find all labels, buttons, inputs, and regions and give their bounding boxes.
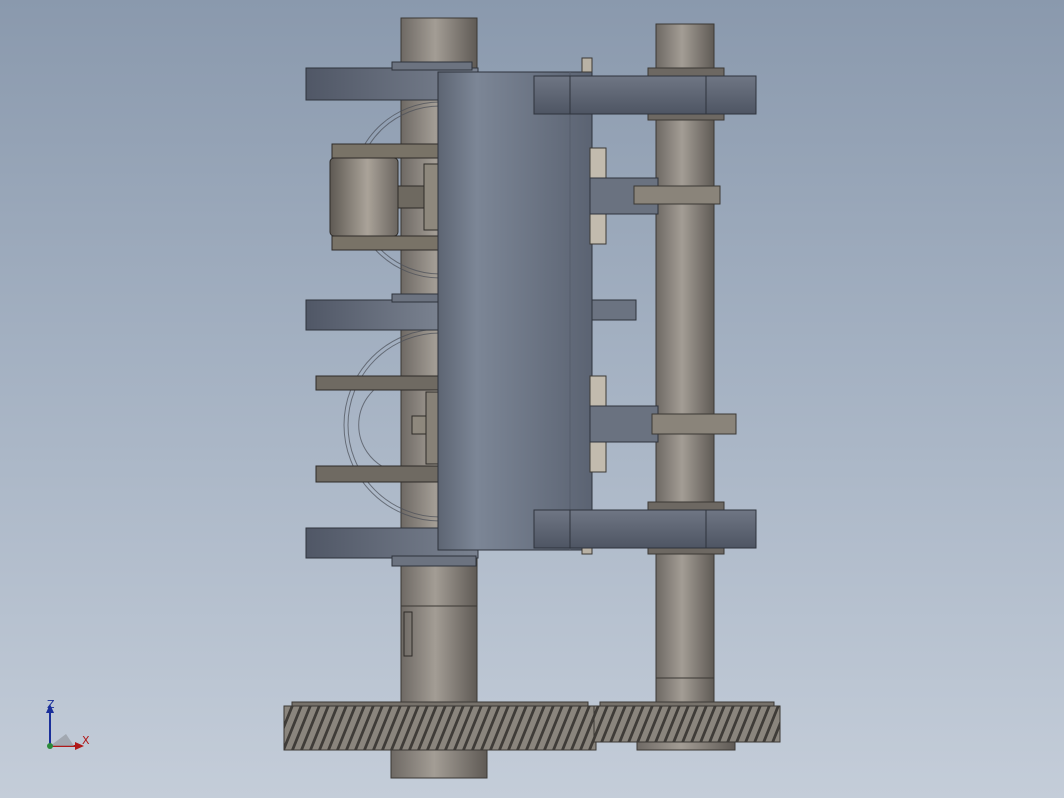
axis-triad: Z X (38, 696, 108, 758)
right-shaft[interactable] (636, 23, 736, 751)
central-frame-block[interactable] (437, 57, 593, 555)
arm-right-extension (589, 299, 637, 321)
roller (329, 157, 399, 237)
collar (647, 501, 725, 511)
z-axis-label: Z (47, 698, 55, 711)
x-axis-label: X (82, 734, 90, 747)
bottom-pin (581, 547, 593, 555)
collar-top (647, 67, 725, 77)
helical-gear-large[interactable] (283, 701, 597, 751)
origin-marker (47, 743, 53, 749)
top-pin (581, 57, 593, 73)
cad-viewport[interactable]: Z X (0, 0, 1064, 798)
right-bracket-top[interactable] (533, 75, 757, 115)
helical-gear-small[interactable] (593, 701, 781, 743)
mechanism-model[interactable] (0, 0, 1064, 798)
right-bracket-bottom[interactable] (533, 509, 757, 549)
